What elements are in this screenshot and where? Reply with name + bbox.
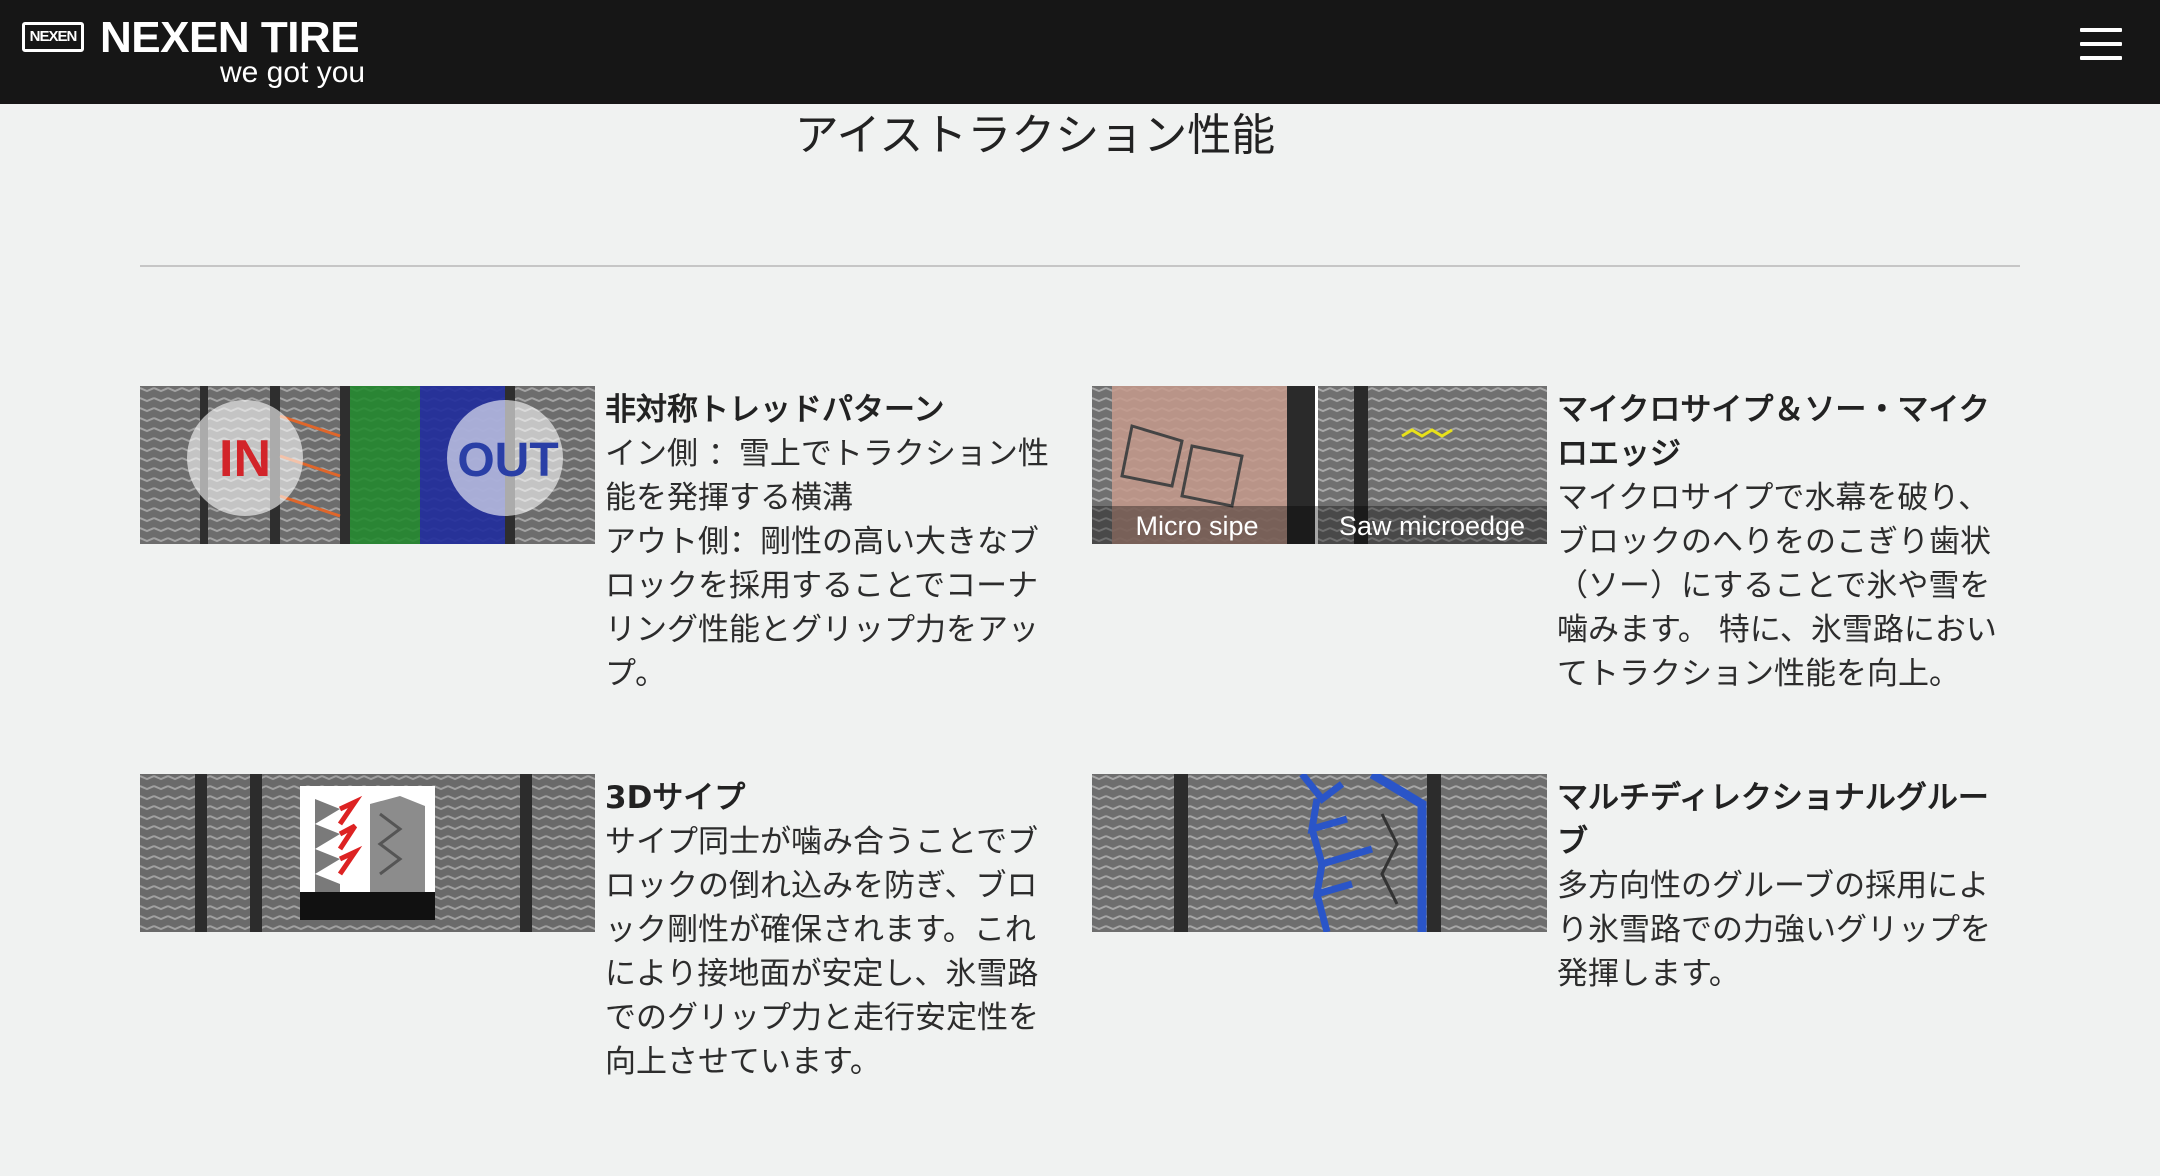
3d-sipe-image bbox=[140, 774, 595, 932]
feature-title: 非対称トレッドパターン bbox=[605, 392, 945, 428]
hamburger-menu-icon[interactable] bbox=[2076, 26, 2126, 62]
nexen-logo-mark: NEXEN bbox=[22, 22, 84, 52]
page-title: アイストラクション性能 bbox=[794, 110, 1276, 161]
feature-title: マルチディレクショナルグルーブ bbox=[1557, 780, 1989, 860]
micro-sipe-image: Micro sipe Saw microedge bbox=[1092, 386, 1547, 544]
brand-tagline: we got you bbox=[220, 56, 366, 89]
asymmetric-tread-image: IN OUT bbox=[140, 386, 595, 544]
nexen-tire-logo[interactable]: NEXEN NEXEN TIRE we got you bbox=[22, 14, 382, 94]
section-divider bbox=[140, 265, 2020, 267]
feature-description: 多方向性のグルーブの採用により氷雪路での力強いグリップを発揮します。 bbox=[1557, 868, 1991, 992]
feature-description: マイクロサイプで水幕を破り、ブロックのへりをのこぎり歯状（ソー）にすることで氷や… bbox=[1557, 480, 1997, 692]
feature-description: イン側 ：雪上でトラクション性能を発揮する横溝 アウト側：剛性の高い大きなブロッ… bbox=[605, 436, 1049, 692]
micro-sipe-label: Micro sipe bbox=[1135, 511, 1258, 541]
out-label: OUT bbox=[457, 434, 558, 487]
site-header: NEXEN NEXEN TIRE we got you bbox=[0, 0, 2160, 104]
feature-description: サイプ同士が噛み合うことでブロックの倒れ込みを防ぎ、ブロック剛性が確保されます。… bbox=[605, 824, 1039, 1080]
menu-bar bbox=[2080, 56, 2122, 60]
saw-microedge-label: Saw microedge bbox=[1339, 511, 1525, 541]
menu-bar bbox=[2080, 28, 2122, 32]
feature-title: マイクロサイプ＆ソー・マイクロエッジ bbox=[1557, 392, 1990, 472]
in-label: IN bbox=[219, 430, 271, 488]
brand-name: NEXEN TIRE bbox=[100, 13, 360, 62]
feature-title: 3Dサイプ bbox=[605, 780, 746, 816]
multi-directional-groove-image bbox=[1092, 774, 1547, 932]
menu-bar bbox=[2080, 42, 2122, 46]
